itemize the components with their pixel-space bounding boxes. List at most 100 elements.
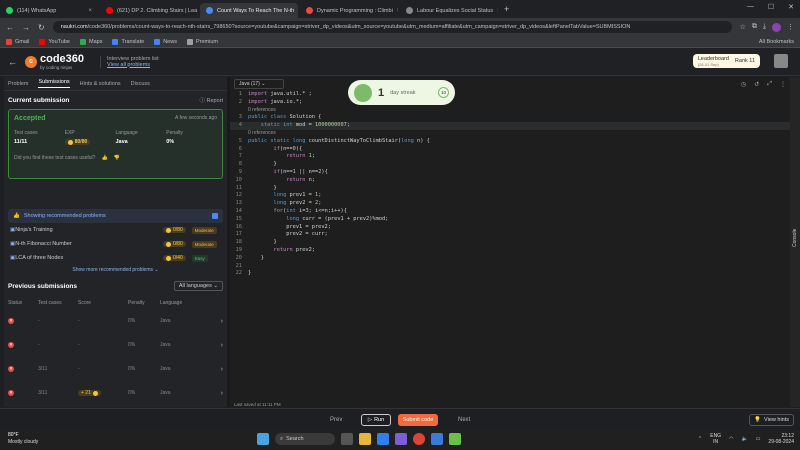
table-row[interactable]: ✕ 3/11 - 0% Java › [4,357,227,381]
close-window-icon[interactable]: ✕ [788,3,794,11]
chevron-right-icon[interactable]: › [212,342,223,349]
code-editor: Java (17) ⌄ ◷ ↺ ⤢ ⋮ 1 import java.util.* … [230,77,790,407]
bookmark-maps[interactable]: Maps [80,38,102,45]
recommended-item[interactable]: ▣ N-th Fibonacci Number 0/80 Moderate [4,237,227,251]
action-bar: Prev ▷ Run Submit code Next 💡 View hints [0,408,800,430]
table-row[interactable]: ✕ 3/11 + 21 0% Java › [4,381,227,405]
code360-icon [206,7,213,14]
back-arrow-icon[interactable]: ← [8,57,17,67]
menu-icon[interactable]: ⋮ [787,23,794,31]
history-icon[interactable]: ◷ [741,81,746,88]
chevron-right-icon[interactable]: › [212,318,223,325]
browser-tab[interactable]: Labour Equalizes Social Status× [400,3,498,18]
windows-start-icon[interactable] [257,433,269,445]
bookmark-news[interactable]: News [154,38,177,45]
new-tab-button[interactable]: + [504,4,509,14]
extensions-icon[interactable]: ⧉ [752,23,757,31]
recommended-checkbox[interactable] [212,213,218,219]
chevron-right-icon[interactable]: › [212,366,223,373]
coin-icon [166,227,171,233]
clock[interactable]: 23:12 29-08-2024 [768,433,794,445]
bookmark-gmail[interactable]: Gmail [6,38,29,45]
taskbar-search[interactable]: ⌕ Search [275,433,335,445]
tab-submissions[interactable]: Submissions [38,79,70,88]
maximize-icon[interactable]: ☐ [768,3,774,11]
maps-icon [80,38,86,45]
code-area[interactable]: 1 import java.util.* ; 2 import java.io.*;… [230,91,790,278]
bookmark-youtube[interactable]: YouTube [39,38,70,45]
store-icon[interactable] [431,433,443,445]
submit-button[interactable]: Submit code [398,414,438,426]
wifi-icon[interactable]: ◠ [729,436,733,442]
streak-badge[interactable]: 1 day streak 10 [348,80,455,105]
volume-icon[interactable]: 🔈 [741,436,747,442]
tab-discuss[interactable]: Discuss [131,81,150,87]
recommended-item[interactable]: ▣ Ninja's Training 0/80 Moderate [4,223,227,237]
table-row[interactable]: ✕ - - 0% Java › [4,333,227,357]
rank-label: Rank 11 [734,58,755,64]
stat-penalty: Penalty 0% [166,130,183,145]
browser-tab-active[interactable]: Count Ways To Reach The N-th× [200,3,298,18]
prev-button[interactable]: Prev [330,417,342,423]
view-hints-button[interactable]: 💡 View hints [749,414,794,426]
youtube-icon [39,38,46,45]
forward-icon[interactable]: → [22,23,30,32]
fullscreen-icon[interactable]: ⤢ [767,81,772,88]
back-icon[interactable]: ← [6,23,14,32]
reload-icon[interactable]: ↻ [38,23,45,32]
bookmarks-bar: Gmail YouTube Maps Translate News Premiu… [0,36,800,48]
star-icon[interactable]: ☆ [740,23,746,31]
code360-logo[interactable]: c code360 by coding ninjas [25,53,84,70]
left-tabs: Problem Submissions Hints & solutions Di… [4,77,227,91]
browser-tab-strip: (114) WhatsApp × (621) DP 2. Climbing Sta… [0,0,800,18]
status-accepted: Accepted [14,115,46,122]
run-button[interactable]: ▷ Run [361,414,391,426]
language-indicator[interactable]: ENG IN [710,433,721,445]
download-icon[interactable]: ⤓ [763,23,766,31]
chevron-up-icon[interactable]: ⌃ [698,436,702,442]
file-explorer-icon[interactable] [359,433,371,445]
show-more-link[interactable]: Show more recommended problems ⌄ [4,265,227,275]
thumbs-up-icon[interactable]: 👍 [101,155,107,161]
browser-tab[interactable]: (621) DP 2. Climbing Stairs | Lea× [100,3,198,18]
user-avatar[interactable] [774,54,788,68]
leaderboard-badge[interactable]: Leaderboard (28-01 Sep) Rank 11 [692,54,760,68]
photos-icon[interactable] [395,433,407,445]
tab-hints[interactable]: Hints & solutions [80,81,121,87]
difficulty-badge: Moderate [191,226,217,234]
close-icon[interactable]: × [397,8,398,14]
all-bookmarks[interactable]: All Bookmarks [759,39,794,45]
close-icon[interactable]: × [497,8,498,14]
view-all-link[interactable]: View all problems [107,62,159,68]
tab-problem[interactable]: Problem [8,81,28,87]
language-filter-dropdown[interactable]: All languages ⌄ [173,281,223,291]
failed-icon: ✕ [8,342,14,348]
chevron-right-icon[interactable]: › [212,390,223,397]
bookmark-premium[interactable]: Premium [186,38,218,45]
language-select[interactable]: Java (17) ⌄ [234,79,284,89]
profile-avatar[interactable] [772,22,781,32]
table-row[interactable]: ✕ - - 0% Java › [4,309,227,333]
url-input[interactable]: naukri.com/code360/problems/count-ways-t… [52,21,732,33]
bookmark-translate[interactable]: Translate [112,38,144,45]
browser-tab[interactable]: Dynamic Programming : Climbi× [300,3,398,18]
thumbs-down-icon[interactable]: 👎 [114,155,120,161]
battery-icon[interactable]: ▭ [756,436,761,442]
more-icon[interactable]: ⋮ [780,81,786,88]
reset-icon[interactable]: ↺ [754,81,759,88]
chrome-icon[interactable] [413,433,425,445]
weather-widget[interactable]: 80°F Mostly cloudy [8,432,38,446]
recommended-item[interactable]: ▣ LCA of three Nodes 0/40 Easy [4,251,227,265]
browser-tab[interactable]: (114) WhatsApp × [0,3,98,18]
vscode-icon[interactable] [377,433,389,445]
console-toggle[interactable]: Console [790,77,800,407]
close-icon[interactable]: × [88,8,92,14]
task-view-icon[interactable] [341,433,353,445]
minimize-icon[interactable]: — [747,3,754,11]
app-icon[interactable] [449,433,461,445]
exp-coin: 0/80 [163,227,186,233]
report-button[interactable]: ⓘ Report [199,96,223,104]
next-button[interactable]: Next [458,417,470,423]
taskbar: 80°F Mostly cloudy ⌕ Search ⌃ ENG IN ◠ 🔈 ▭… [0,430,800,450]
streak-count-badge: 10 [438,87,449,98]
